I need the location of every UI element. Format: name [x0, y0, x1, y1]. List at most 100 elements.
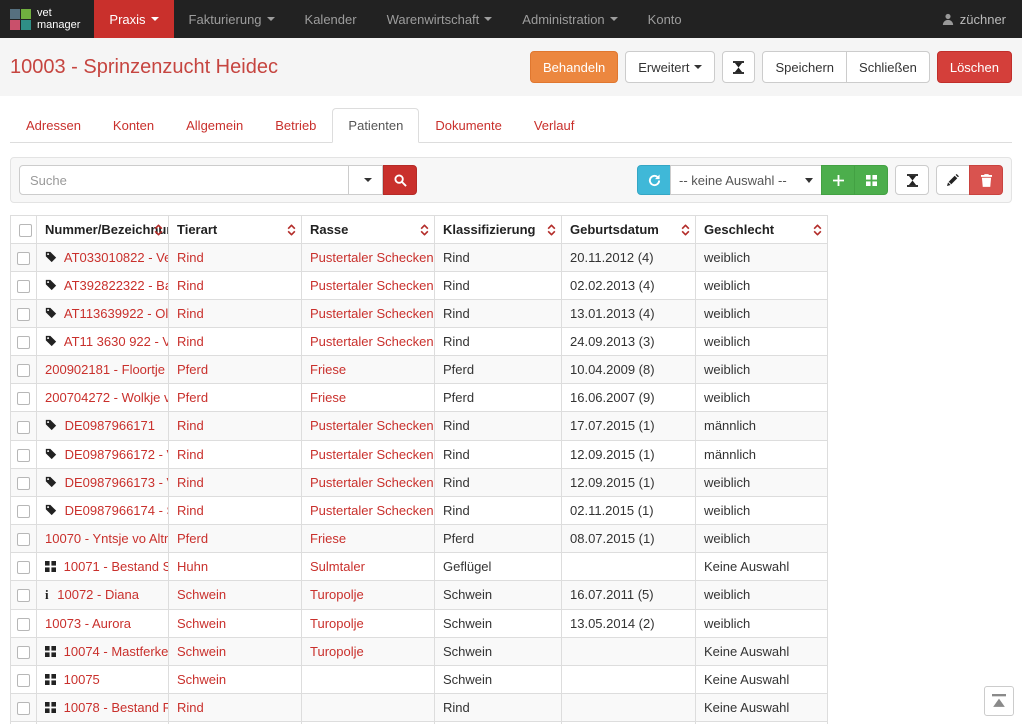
patient-name-cell[interactable]: i 10072 - Diana	[37, 580, 169, 609]
sort-icons[interactable]	[813, 224, 822, 235]
patient-name-link[interactable]: 10071 - Bestand Sul...	[64, 559, 169, 574]
patient-name-cell[interactable]: 10070 - Yntsje vo Altm...	[37, 524, 169, 552]
add-patient-button[interactable]	[821, 165, 855, 195]
patient-name-link[interactable]: 10078 - Bestand Rin...	[64, 700, 169, 715]
vetmanager-logo[interactable]: vet manager	[0, 0, 94, 38]
table-row[interactable]: AT11 3630 922 - Van... Rind Pustertaler …	[11, 328, 828, 356]
search-button[interactable]	[383, 165, 417, 195]
patient-name-cell[interactable]: AT11 3630 922 - Van...	[37, 328, 169, 356]
edit-button[interactable]	[936, 165, 970, 195]
table-row[interactable]: 10070 - Yntsje vo Altm... Pferd Friese P…	[11, 524, 828, 552]
table-row[interactable]: 200902181 - Floortje va... Pferd Friese …	[11, 356, 828, 384]
patient-name-cell[interactable]: 10078 - Bestand Rin...	[37, 694, 169, 722]
row-checkbox[interactable]	[17, 533, 30, 546]
table-row[interactable]: AT113639922 - Olivia Rind Pustertaler Sc…	[11, 300, 828, 328]
column-header-rasse[interactable]: Rasse	[302, 216, 435, 244]
column-header-geschlecht[interactable]: Geschlecht	[696, 216, 828, 244]
tab[interactable]: Betrieb	[259, 108, 332, 143]
row-checkbox[interactable]	[17, 477, 30, 490]
row-checkbox[interactable]	[17, 280, 30, 293]
table-row[interactable]: 10074 - Mastferkel u... Schwein Turopolj…	[11, 637, 828, 665]
nav-menu-item[interactable]: Praxis	[94, 0, 173, 38]
patient-name-link[interactable]: 200704272 - Wolkje va...	[45, 390, 169, 405]
table-row[interactable]: AT392822322 - Bambi Rind Pustertaler Sch…	[11, 272, 828, 300]
nav-menu-item[interactable]: Fakturierung	[174, 0, 290, 38]
row-checkbox[interactable]	[17, 252, 30, 265]
patient-name-cell[interactable]: AT392822322 - Bambi	[37, 272, 169, 300]
patient-name-link[interactable]: 10072 - Diana	[57, 587, 139, 602]
search-input[interactable]	[19, 165, 349, 195]
row-checkbox[interactable]	[17, 449, 30, 462]
patient-name-link[interactable]: DE0987966173 - Vic...	[65, 475, 169, 490]
patient-name-link[interactable]: AT033010822 - Vera	[64, 250, 169, 265]
history-hourglass-button[interactable]	[722, 51, 755, 83]
table-row[interactable]: AT033010822 - Vera Rind Pustertaler Sche…	[11, 244, 828, 272]
patient-name-cell[interactable]: DE0987966172 - Vic...	[37, 440, 169, 468]
loeschen-button[interactable]: Löschen	[937, 51, 1012, 83]
row-checkbox[interactable]	[17, 364, 30, 377]
patient-name-cell[interactable]: DE0987966173 - Vic...	[37, 468, 169, 496]
sort-icons[interactable]	[287, 224, 296, 235]
behandeln-button[interactable]: Behandeln	[530, 51, 618, 83]
row-checkbox[interactable]	[17, 674, 30, 687]
patient-name-cell[interactable]: AT033010822 - Vera	[37, 244, 169, 272]
column-header-nummer[interactable]: Nummer/Bezeichnung	[37, 216, 169, 244]
row-checkbox[interactable]	[17, 505, 30, 518]
table-row[interactable]: 200704272 - Wolkje va... Pferd Friese Pf…	[11, 384, 828, 412]
patient-name-link[interactable]: DE0987966172 - Vic...	[65, 447, 169, 462]
sort-icons[interactable]	[420, 224, 429, 235]
delete-button[interactable]	[969, 165, 1003, 195]
patient-name-link[interactable]: AT392822322 - Bambi	[64, 278, 169, 293]
table-row[interactable]: DE0987966174 - Sc... Rind Pustertaler Sc…	[11, 496, 828, 524]
patient-name-link[interactable]: 10074 - Mastferkel u...	[64, 644, 169, 659]
patient-name-cell[interactable]: DE0987966174 - Sc...	[37, 496, 169, 524]
table-row[interactable]: 10078 - Bestand Rin... Rind Rind Keine A…	[11, 694, 828, 722]
column-header-geburtsdatum[interactable]: Geburtsdatum	[562, 216, 696, 244]
sort-icons[interactable]	[547, 224, 556, 235]
tab[interactable]: Verlauf	[518, 108, 590, 143]
tab[interactable]: Patienten	[332, 108, 419, 143]
column-header-tierart[interactable]: Tierart	[169, 216, 302, 244]
add-group-button[interactable]	[854, 165, 888, 195]
sort-icons[interactable]	[154, 224, 163, 235]
tab[interactable]: Konten	[97, 108, 170, 143]
row-checkbox[interactable]	[17, 618, 30, 631]
nav-menu-item[interactable]: Konto	[633, 0, 697, 38]
row-checkbox[interactable]	[17, 336, 30, 349]
scroll-to-top-button[interactable]	[984, 686, 1014, 716]
row-checkbox[interactable]	[17, 421, 30, 434]
tab[interactable]: Allgemein	[170, 108, 259, 143]
patient-name-link[interactable]: 10070 - Yntsje vo Altm...	[45, 531, 169, 546]
row-checkbox[interactable]	[17, 646, 30, 659]
patient-name-cell[interactable]: 10071 - Bestand Sul...	[37, 552, 169, 580]
search-options-button[interactable]	[349, 165, 383, 195]
patient-name-link[interactable]: AT113639922 - Olivia	[64, 306, 169, 321]
patient-name-link[interactable]: 10073 - Aurora	[45, 616, 131, 631]
row-checkbox[interactable]	[17, 561, 30, 574]
sort-icons[interactable]	[681, 224, 690, 235]
row-checkbox[interactable]	[17, 702, 30, 715]
patient-name-cell[interactable]: 10073 - Aurora	[37, 609, 169, 637]
erweitert-button[interactable]: Erweitert	[625, 51, 715, 83]
patient-name-cell[interactable]: AT113639922 - Olivia	[37, 300, 169, 328]
patient-name-cell[interactable]: 200704272 - Wolkje va...	[37, 384, 169, 412]
refresh-button[interactable]	[637, 165, 671, 195]
schliessen-button[interactable]: Schließen	[846, 51, 930, 83]
tab[interactable]: Dokumente	[419, 108, 517, 143]
history-hourglass-button-2[interactable]	[895, 165, 929, 195]
patient-name-link[interactable]: DE0987966171	[65, 418, 155, 433]
table-row[interactable]: DE0987966173 - Vic... Rind Pustertaler S…	[11, 468, 828, 496]
patient-name-link[interactable]: 200902181 - Floortje va...	[45, 362, 169, 377]
patient-name-cell[interactable]: 200902181 - Floortje va...	[37, 356, 169, 384]
row-checkbox[interactable]	[17, 308, 30, 321]
table-row[interactable]: 10073 - Aurora Schwein Turopolje Schwein…	[11, 609, 828, 637]
row-checkbox[interactable]	[17, 392, 30, 405]
select-all-checkbox[interactable]	[19, 224, 32, 237]
nav-menu-item[interactable]: Kalender	[290, 0, 372, 38]
nav-menu-item[interactable]: Administration	[507, 0, 632, 38]
table-row[interactable]: i 10072 - Diana Schwein Turopolje Schwei…	[11, 580, 828, 609]
speichern-button[interactable]: Speichern	[762, 51, 847, 83]
row-checkbox[interactable]	[17, 589, 30, 602]
patient-name-link[interactable]: DE0987966174 - Sc...	[65, 503, 169, 518]
table-row[interactable]: DE0987966171 Rind Pustertaler Schecken R…	[11, 412, 828, 440]
